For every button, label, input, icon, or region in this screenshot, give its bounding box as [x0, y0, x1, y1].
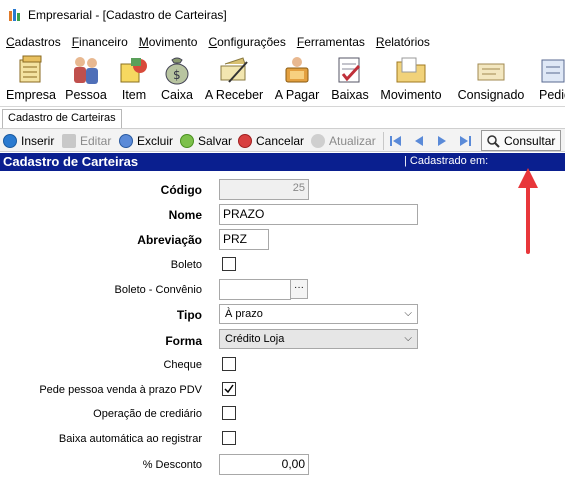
cancelar-button[interactable]: Cancelar — [238, 132, 304, 150]
toolbar-a-receber-button[interactable]: A Receber — [202, 52, 266, 104]
movimento-icon — [396, 57, 426, 83]
cheque-label: Cheque — [163, 359, 202, 371]
boleto-convenio-label: Boleto - Convênio — [114, 284, 202, 296]
toolbar-separator — [383, 132, 384, 150]
tab-strip: Cadastro de Carteiras — [0, 106, 565, 129]
menu-financeiro[interactable]: Financeiro — [72, 35, 128, 49]
menu-movimento[interactable]: Movimento — [139, 35, 198, 49]
excluir-button[interactable]: Excluir — [119, 132, 173, 150]
toolbar-baixas-button[interactable]: Baixas — [328, 52, 372, 104]
boleto-convenio-field[interactable] — [219, 279, 291, 300]
checkmark-icon — [224, 384, 234, 394]
baixa-automatica-checkbox[interactable] — [222, 431, 236, 445]
tipo-label: Tipo — [176, 308, 202, 322]
menu-relatorios[interactable]: Relatórios — [376, 35, 430, 49]
pede-pessoa-label: Pede pessoa venda à prazo PDV — [39, 384, 202, 396]
codigo-label: Código — [160, 183, 202, 197]
refresh-icon — [311, 134, 325, 148]
app-icon — [9, 9, 20, 21]
desconto-label: % Desconto — [142, 459, 202, 471]
baixas-icon — [338, 57, 361, 83]
window-title: Empresarial - [Cadastro de Carteiras] — [28, 8, 227, 22]
previous-record-icon[interactable] — [412, 134, 426, 148]
boleto-convenio-lookup-button[interactable]: ··· — [290, 279, 308, 299]
tab-cadastro-de-carteiras[interactable]: Cadastro de Carteiras — [2, 109, 122, 129]
toolbar-pessoa-button[interactable]: Pessoa — [64, 52, 108, 104]
svg-text:$: $ — [173, 68, 181, 82]
pede-pessoa-checkbox[interactable] — [222, 382, 236, 396]
operacao-crediario-checkbox[interactable] — [222, 406, 236, 420]
toolbar-movimento-button[interactable]: Movimento — [377, 52, 445, 104]
toolbar-caixa-button[interactable]: $ Caixa — [157, 52, 197, 104]
caixa-icon: $ — [165, 57, 189, 85]
abreviacao-field[interactable]: PRZ — [219, 229, 269, 250]
toolbar-empresa-button[interactable]: Empresa — [4, 52, 58, 104]
pedido-icon — [541, 59, 565, 83]
pencil-icon — [62, 134, 76, 148]
boleto-checkbox[interactable] — [222, 257, 236, 271]
toolbar-item-button[interactable]: Item — [114, 52, 154, 104]
magnifier-icon — [487, 134, 500, 148]
desconto-field[interactable]: 0,00 — [219, 454, 309, 475]
chevron-down-icon: ⌵ — [404, 333, 412, 344]
minus-icon — [119, 134, 133, 148]
action-toolbar: Inserir Editar Excluir Salvar Cancelar A… — [0, 128, 565, 152]
nome-field[interactable]: PRAZO — [219, 204, 418, 225]
item-icon — [120, 58, 147, 83]
forma-label: Forma — [165, 334, 202, 348]
last-record-icon[interactable] — [458, 134, 472, 148]
form-header: Cadastro de Carteiras | Cadastrado em: — [0, 153, 565, 171]
consultar-button[interactable]: Consultar — [481, 130, 561, 151]
plus-icon — [3, 134, 17, 148]
cadastrado-em-label: | Cadastrado em: — [404, 155, 489, 167]
baixa-automatica-label: Baixa automática ao registrar — [58, 433, 202, 445]
cheque-checkbox[interactable] — [222, 357, 236, 371]
codigo-field: 25 — [219, 179, 309, 200]
a-pagar-icon — [285, 57, 309, 83]
menu-ferramentas[interactable]: Ferramentas — [297, 35, 365, 49]
operacao-crediario-label: Operação de crediário — [93, 408, 202, 420]
pessoa-icon — [74, 57, 98, 84]
menu-bar: Cadastros Financeiro Movimento Configura… — [0, 33, 565, 51]
a-receber-icon — [220, 57, 248, 83]
empresa-icon — [19, 55, 42, 83]
consignado-icon — [477, 63, 505, 81]
toolbar-a-pagar-button[interactable]: A Pagar — [272, 52, 322, 104]
tipo-select[interactable]: À prazo ⌵ — [219, 304, 418, 324]
form-title: Cadastro de Carteiras — [3, 154, 139, 169]
first-record-icon[interactable] — [389, 134, 403, 148]
forma-select[interactable]: Crédito Loja ⌵ — [219, 329, 418, 349]
check-icon — [180, 134, 194, 148]
editar-button[interactable]: Editar — [62, 132, 111, 150]
main-toolbar: Empresa Pessoa Item $ Caixa A Receber A … — [0, 52, 565, 104]
nome-label: Nome — [168, 208, 202, 222]
boleto-label: Boleto — [170, 259, 202, 271]
inserir-button[interactable]: Inserir — [3, 132, 54, 150]
abreviacao-label: Abreviação — [137, 233, 202, 247]
salvar-button[interactable]: Salvar — [180, 132, 232, 150]
toolbar-consignado-button[interactable]: Consignado — [455, 52, 527, 104]
next-record-icon[interactable] — [435, 134, 449, 148]
menu-configuracoes[interactable]: Configurações — [208, 35, 285, 49]
cancel-icon — [238, 134, 252, 148]
menu-cadastros[interactable]: Cadastros — [6, 35, 61, 49]
chevron-down-icon: ⌵ — [404, 308, 412, 319]
title-bar: Empresarial - [Cadastro de Carteiras] — [0, 0, 565, 30]
atualizar-button[interactable]: Atualizar — [311, 132, 376, 150]
red-arrow-annotation — [518, 168, 538, 254]
toolbar-pedido-button[interactable]: Pedid — [533, 52, 565, 104]
